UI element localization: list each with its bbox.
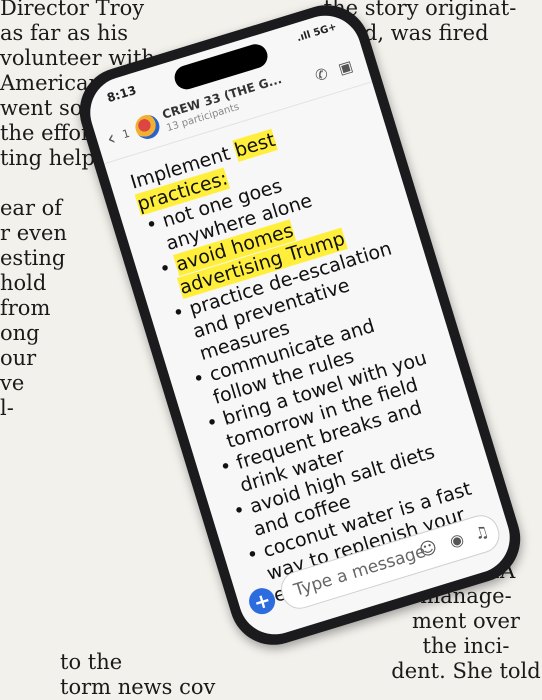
newspaper-line: torm news cov <box>60 675 216 699</box>
newspaper-line: Director Troy <box>0 0 145 20</box>
newspaper-line: our <box>0 346 37 370</box>
newspaper-line: to the <box>60 650 123 674</box>
status-time: 8:13 <box>105 83 138 106</box>
signal-battery-indicator: .ıll 5G+ <box>295 21 339 45</box>
newspaper-line: l- <box>0 396 14 420</box>
group-avatar[interactable] <box>132 111 163 142</box>
phone-screen: 8:13 .ıll 5G+ ‹ 1 CREW 33 (THE G... 13 p… <box>81 6 519 644</box>
back-arrow-icon[interactable]: ‹ <box>104 125 119 150</box>
phone-call-icon[interactable]: ✆ <box>313 64 330 85</box>
unread-count: 1 <box>120 126 132 142</box>
plus-icon[interactable]: + <box>245 584 279 618</box>
newspaper-line: ong <box>0 321 40 345</box>
newspaper-line: ment over <box>412 609 520 633</box>
newspaper-line: dent. She told <box>391 659 541 683</box>
newspaper-bottom-left-column: to the torm news cov <box>60 650 215 700</box>
newspaper-line: from <box>0 296 51 320</box>
newspaper-line: the inci- <box>422 634 510 658</box>
newspaper-line: ve <box>0 371 25 395</box>
newspaper-line: as far as his <box>0 21 128 45</box>
video-call-icon[interactable]: ▣ <box>336 57 355 78</box>
